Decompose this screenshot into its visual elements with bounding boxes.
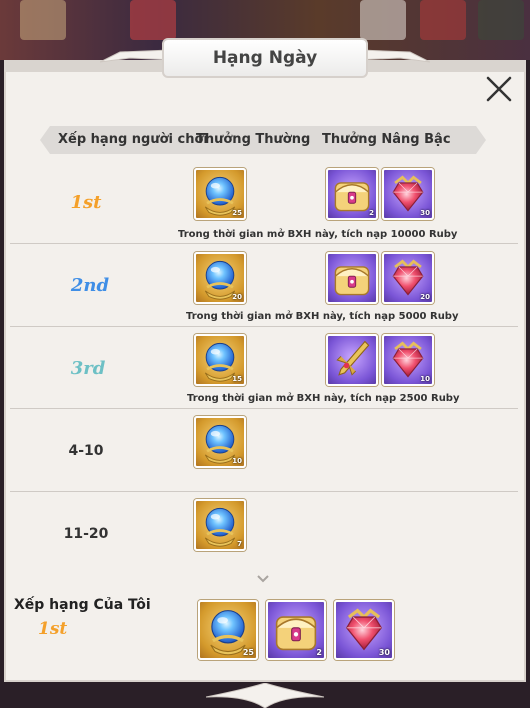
column-rank-header: Xếp hạng người chơi	[58, 132, 208, 147]
blue-orb-icon[interactable]: 20	[194, 252, 246, 304]
red-gem-icon[interactable]: 30	[382, 168, 434, 220]
reward-condition-note: Trong thời gian mở BXH này, tích nạp 100…	[178, 229, 458, 240]
rank-label: 2nd	[70, 275, 110, 296]
reward-condition-note: Trong thời gian mở BXH này, tích nạp 250…	[187, 393, 460, 404]
rank-label: 11-20	[63, 526, 109, 542]
close-icon[interactable]	[482, 72, 516, 106]
blue-orb-icon[interactable]: 25	[194, 168, 246, 220]
blue-orb-icon[interactable]: 7	[194, 499, 246, 551]
row-divider	[10, 243, 518, 244]
my-rank-label: Xếp hạng Của Tôi	[14, 597, 151, 613]
column-normal-reward-header: Thưởng Thường	[196, 132, 311, 147]
row-divider	[10, 491, 518, 492]
rank-label: 4-10	[68, 443, 104, 459]
blue-orb-icon[interactable]: 15	[194, 334, 246, 386]
red-gem-icon[interactable]: 10	[382, 334, 434, 386]
blue-orb-icon[interactable]: 25	[198, 600, 258, 660]
row-divider	[10, 326, 518, 327]
treasure-chest-icon[interactable]: 2	[266, 600, 326, 660]
row-divider	[10, 408, 518, 409]
rank-label: 1st	[70, 192, 102, 213]
red-gem-icon[interactable]: 20	[382, 252, 434, 304]
treasure-chest-icon[interactable]	[326, 252, 378, 304]
page-title: Hạng Ngày	[162, 38, 368, 78]
blue-orb-icon[interactable]: 10	[194, 416, 246, 468]
chevron-down-icon[interactable]	[256, 574, 270, 584]
reward-condition-note: Trong thời gian mở BXH này, tích nạp 500…	[186, 311, 459, 322]
column-upgrade-reward-header: Thưởng Nâng Bậc	[322, 132, 451, 147]
red-gem-icon[interactable]: 30	[334, 600, 394, 660]
treasure-chest-icon[interactable]: 2	[326, 168, 378, 220]
bottom-ornament	[206, 683, 324, 708]
my-rank-value: 1st	[38, 619, 68, 639]
rank-label: 3rd	[70, 358, 106, 379]
golden-weapon-icon[interactable]	[326, 334, 378, 386]
